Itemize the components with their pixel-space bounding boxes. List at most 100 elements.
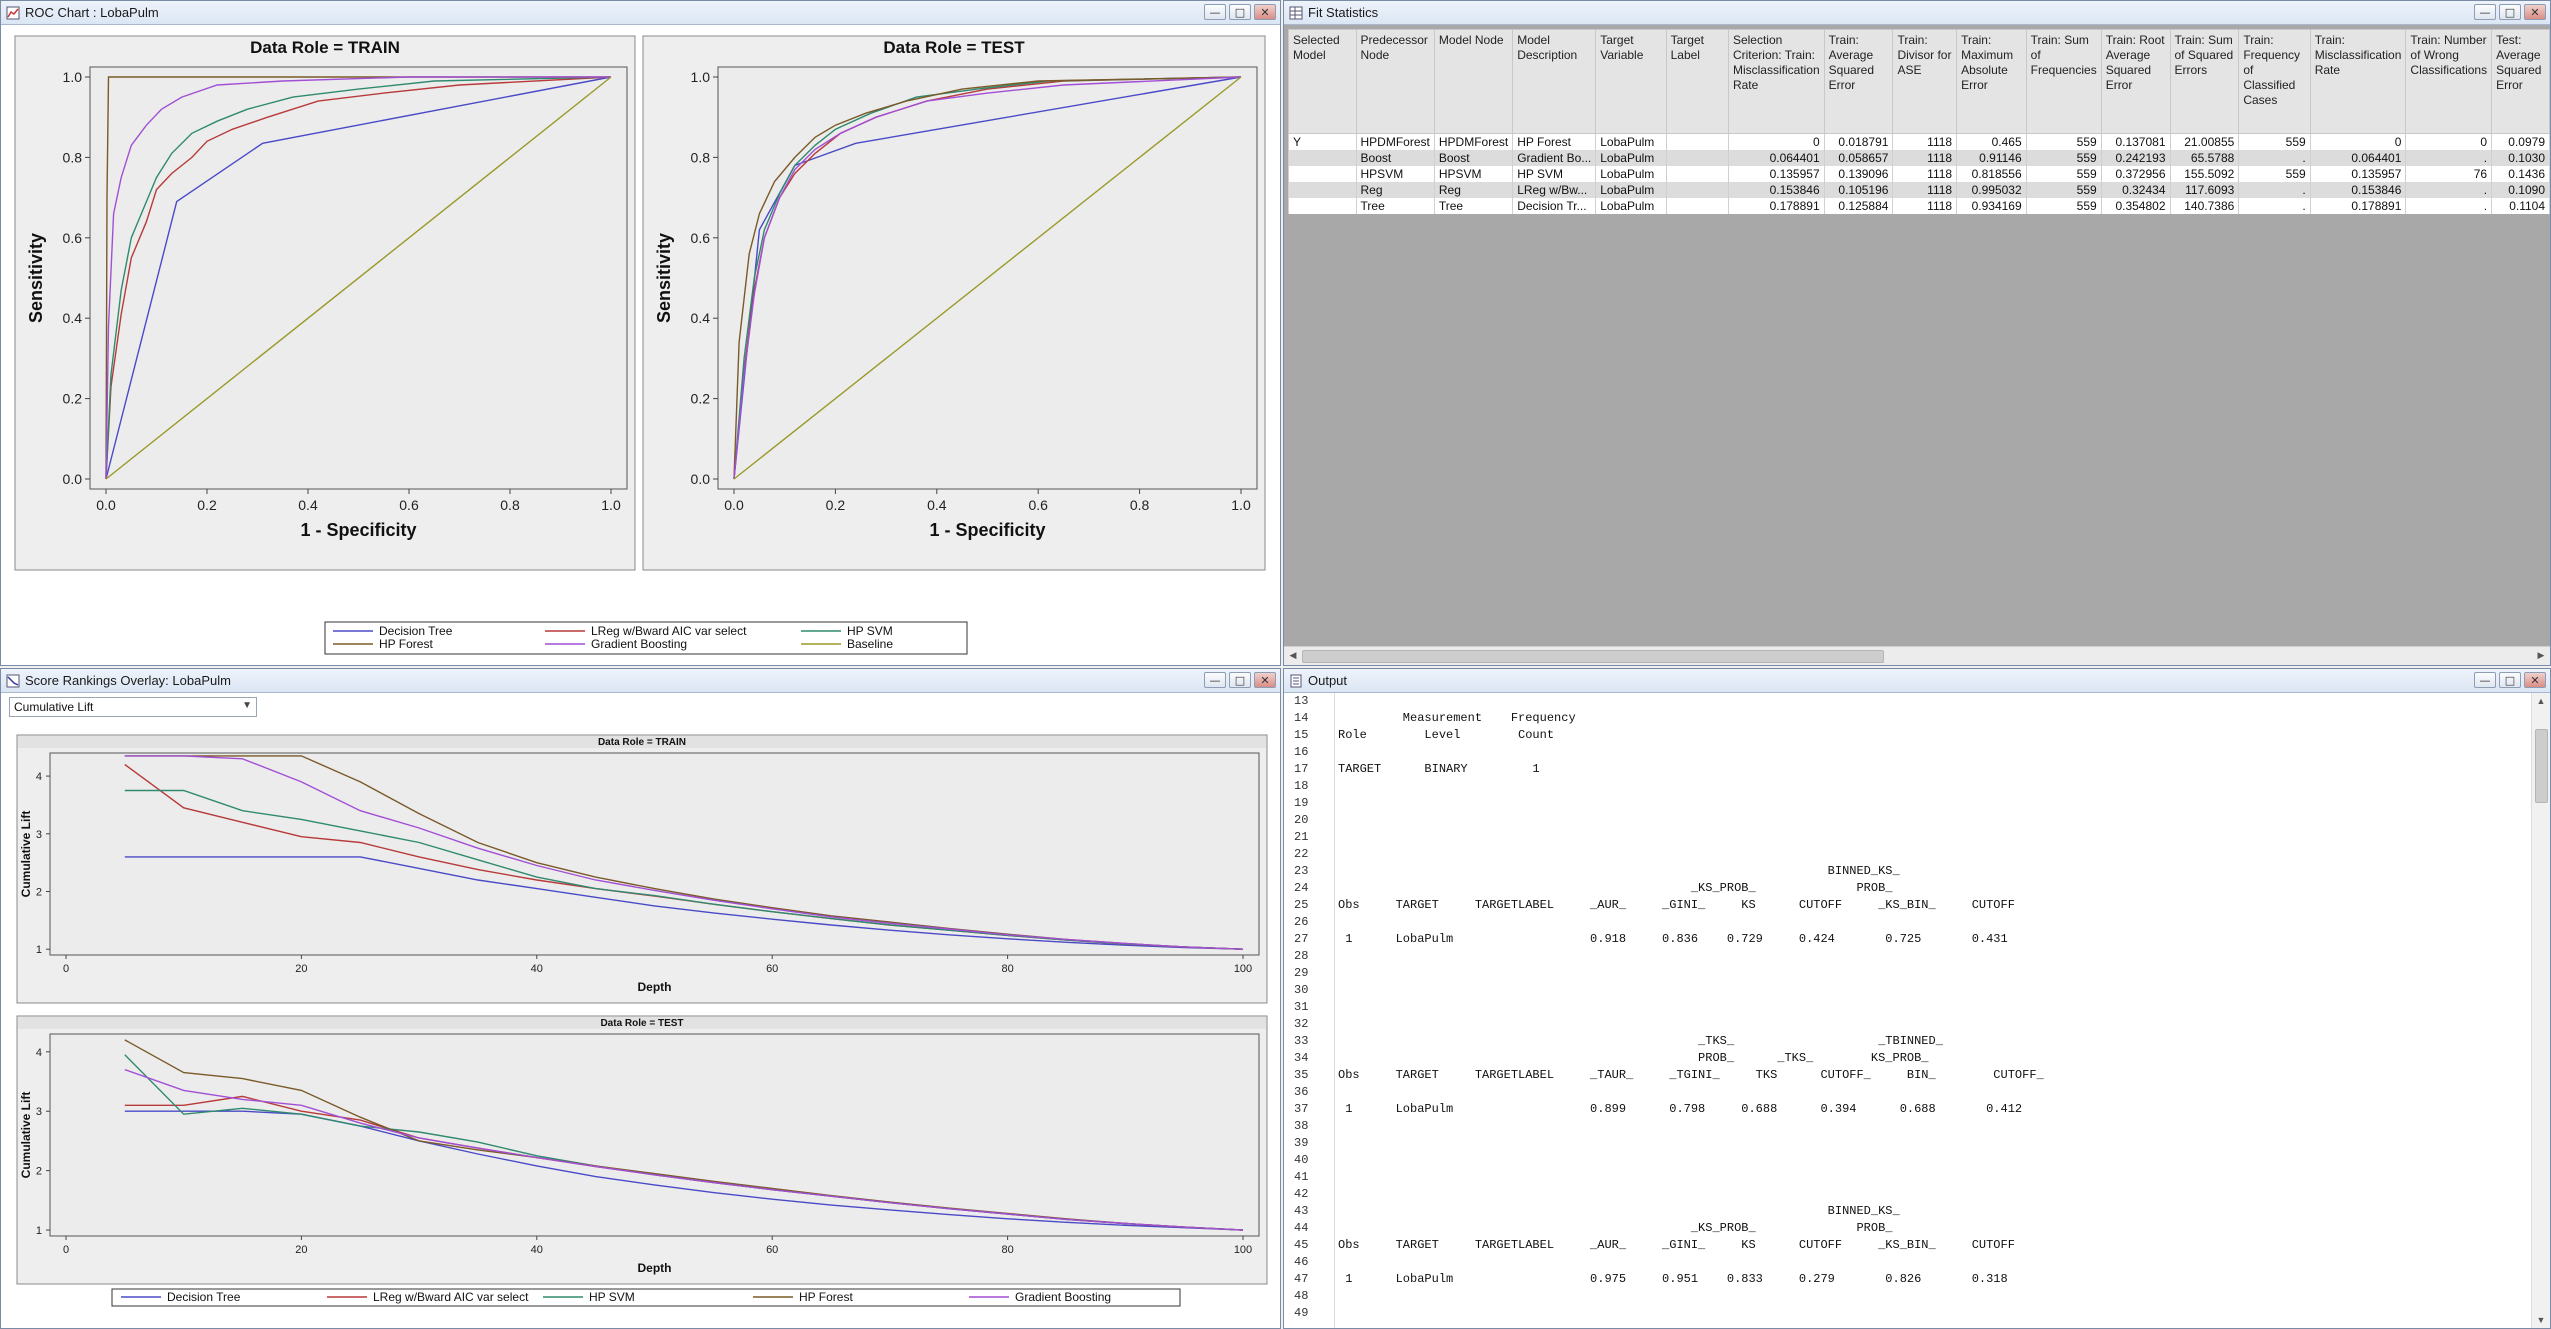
maximize-button[interactable]: □ [1229, 672, 1251, 688]
column-header[interactable]: Test: Average Squared Error [2491, 29, 2550, 134]
y-axis-label: Sensitivity [654, 233, 674, 323]
roc-window-title: ROC Chart : LobaPulm [25, 5, 159, 20]
close-button[interactable]: ✕ [2524, 672, 2546, 688]
column-header[interactable]: Train: Root Average Squared Error [2100, 29, 2171, 134]
output-line: TARGET BINARY 1 [1338, 762, 1540, 776]
column-header[interactable]: Model Node [1433, 29, 1514, 134]
table-cell: 0.064401 [1727, 150, 1825, 166]
statistic-dropdown[interactable]: Cumulative Lift ▼ [9, 697, 257, 717]
column-header[interactable]: Train: Divisor for ASE [1892, 29, 1958, 134]
dropdown-value: Cumulative Lift [14, 700, 94, 714]
table-row[interactable]: Tree Tree Decision Tr... LobaPulm 0.178891 0.… [1288, 198, 2550, 214]
scroll-down-arrow[interactable]: ▼ [2534, 1314, 2548, 1326]
horizontal-scrollbar[interactable]: ◀ ▶ [1284, 646, 2550, 665]
column-header[interactable]: Predecessor Node [1355, 29, 1435, 134]
x-tick-label: 60 [766, 963, 778, 975]
close-button[interactable]: ✕ [1254, 672, 1276, 688]
table-cell: Gradient Bo... [1512, 150, 1597, 166]
line-number: 35 [1294, 1068, 1309, 1082]
close-button[interactable]: ✕ [1254, 4, 1276, 20]
legend-label: LReg w/Bward AIC var select [373, 1290, 529, 1304]
x-tick-label: 100 [1234, 963, 1252, 975]
maximize-button[interactable]: □ [2499, 672, 2521, 688]
scroll-right-arrow[interactable]: ▶ [2534, 649, 2548, 662]
column-header[interactable]: Target Variable [1595, 29, 1667, 134]
table-cell: 0.818556 [1956, 166, 2027, 182]
column-header[interactable]: Train: Maximum Absolute Error [1956, 29, 2027, 134]
table-cell: 0.064401 [2309, 150, 2407, 166]
column-header[interactable]: Train: Misclassification Rate [2309, 29, 2407, 134]
column-header[interactable]: Train: Sum of Frequencies [2025, 29, 2102, 134]
minimize-button[interactable]: — [2474, 672, 2496, 688]
output-text[interactable]: Measurement Frequency Role Level Count TAR… [1338, 693, 2530, 1328]
column-header[interactable]: Model Description [1512, 29, 1597, 134]
column-header[interactable]: Train: Average Squared Error [1823, 29, 1894, 134]
minimize-button[interactable]: — [1204, 4, 1226, 20]
score-window-titlebar[interactable]: Score Rankings Overlay: LobaPulm — □ ✕ [1, 669, 1280, 693]
y-tick-label: 3 [36, 829, 42, 841]
fit-statistics-table: Selected Model Predecessor Node Model Node… [1288, 29, 2550, 214]
column-header[interactable]: Train: Frequency of Classified Cases [2238, 29, 2311, 134]
minimize-button[interactable]: — [1204, 672, 1226, 688]
line-number: 39 [1294, 1136, 1309, 1150]
table-row[interactable]: Boost Boost Gradient Bo... LobaPulm 0.064401… [1288, 150, 2550, 166]
table-row[interactable]: HPSVM HPSVM HP SVM LobaPulm 0.135957 0.139096… [1288, 166, 2550, 182]
x-tick-label: 0.2 [826, 497, 846, 513]
table-cell: 0.1436 [2491, 166, 2550, 182]
table-row[interactable]: Reg Reg LReg w/Bw... LobaPulm 0.153846 0.1051… [1288, 182, 2550, 198]
line-number: 13 [1294, 694, 1309, 708]
scrollbar-thumb[interactable] [2535, 729, 2548, 803]
panel-title: Data Role = TRAIN [598, 737, 686, 748]
maximize-button[interactable]: □ [1229, 4, 1251, 20]
x-tick-label: 100 [1234, 1244, 1252, 1256]
table-cell: 1118 [1892, 198, 1958, 214]
table-cell: Tree [1433, 198, 1514, 214]
legend-label: Gradient Boosting [1015, 1290, 1111, 1304]
column-header[interactable]: Target Label [1665, 29, 1729, 134]
y-tick-label: 0.8 [63, 149, 83, 165]
scrollbar-thumb[interactable] [1302, 650, 1884, 663]
table-cell: 1118 [1892, 166, 1958, 182]
line-number: 48 [1294, 1289, 1309, 1303]
vertical-scrollbar[interactable]: ▲ ▼ [2531, 693, 2550, 1328]
y-axis-label: Cumulative Lift [19, 1092, 33, 1179]
table-cell: 0.105196 [1823, 182, 1894, 198]
table-cell: 559 [2238, 133, 2311, 150]
y-tick-label: 0.2 [63, 391, 83, 407]
close-button[interactable]: ✕ [2524, 4, 2546, 20]
scroll-left-arrow[interactable]: ◀ [1286, 649, 1300, 662]
roc-window-titlebar[interactable]: ROC Chart : LobaPulm — □ ✕ [1, 1, 1280, 25]
table-cell: 0.058657 [1823, 150, 1894, 166]
legend-label: Baseline [847, 637, 893, 651]
line-number: 46 [1294, 1255, 1309, 1269]
table-cell: 0.354802 [2100, 198, 2171, 214]
line-number: 36 [1294, 1085, 1309, 1099]
y-tick-label: 1.0 [691, 69, 711, 85]
column-header[interactable]: Selected Model [1288, 29, 1357, 134]
panel-title: Data Role = TEST [883, 38, 1025, 57]
chevron-down-icon: ▼ [242, 700, 252, 711]
table-cell: 0.32434 [2100, 182, 2171, 198]
column-header[interactable]: Train: Number of Wrong Classifications [2405, 29, 2493, 134]
table-cell: . [2405, 150, 2493, 166]
panel-title: Data Role = TRAIN [250, 38, 400, 57]
minimize-button[interactable]: — [2474, 4, 2496, 20]
table-cell: 76 [2405, 166, 2493, 182]
column-header[interactable]: Selection Criterion: Train: Misclassific… [1727, 29, 1825, 134]
output-window-titlebar[interactable]: Output — □ ✕ [1284, 669, 2550, 693]
maximize-button[interactable]: □ [2499, 4, 2521, 20]
table-cell: 0.934169 [1956, 198, 2027, 214]
x-axis-label: 1 - Specificity [300, 520, 416, 540]
line-number: 42 [1294, 1187, 1309, 1201]
table-cell [1288, 166, 1357, 182]
table-row[interactable]: Y HPDMForest HPDMForest HP Forest LobaPulm 0 0… [1288, 133, 2550, 150]
column-header[interactable]: Train: Sum of Squared Errors [2169, 29, 2240, 134]
fit-window-titlebar[interactable]: Fit Statistics — □ ✕ [1284, 1, 2550, 25]
scroll-up-arrow[interactable]: ▲ [2534, 695, 2548, 707]
